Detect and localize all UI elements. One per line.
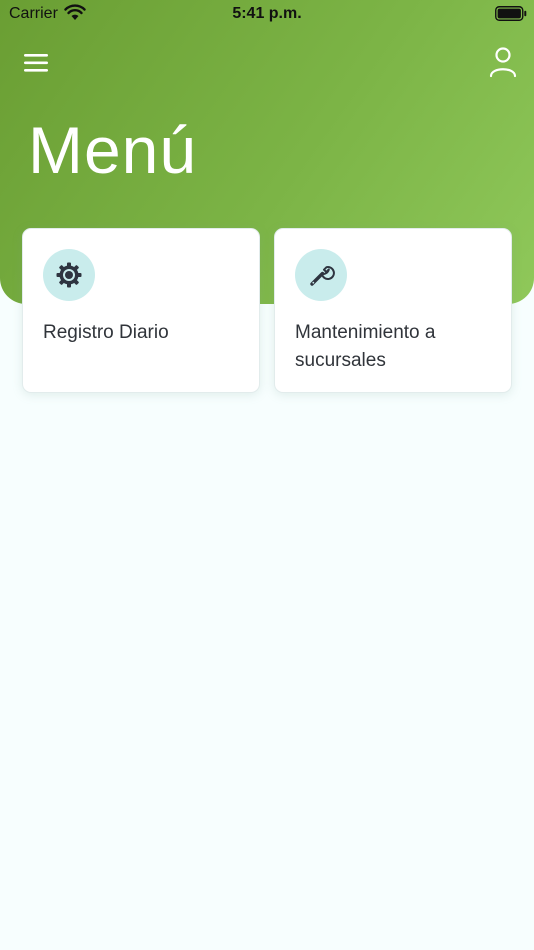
gear-icon xyxy=(56,262,82,288)
card-label: Registro Diario xyxy=(43,322,169,343)
card-label: Mantenimiento a sucursales xyxy=(295,322,436,371)
card-mantenimiento-sucursales[interactable]: Mantenimiento a sucursales xyxy=(274,228,512,393)
status-bar: Carrier 5:41 p.m. xyxy=(0,0,534,30)
wrench-icon xyxy=(310,266,335,286)
card-icon-badge xyxy=(43,249,95,301)
card-icon-badge xyxy=(295,249,347,301)
user-profile-icon[interactable] xyxy=(488,46,518,78)
page-title: Menú xyxy=(28,113,198,187)
status-time: 5:41 p.m. xyxy=(232,5,302,22)
card-registro-diario[interactable]: Registro Diario xyxy=(22,228,260,393)
battery-icon xyxy=(495,6,527,21)
hamburger-menu-icon[interactable] xyxy=(24,52,50,74)
